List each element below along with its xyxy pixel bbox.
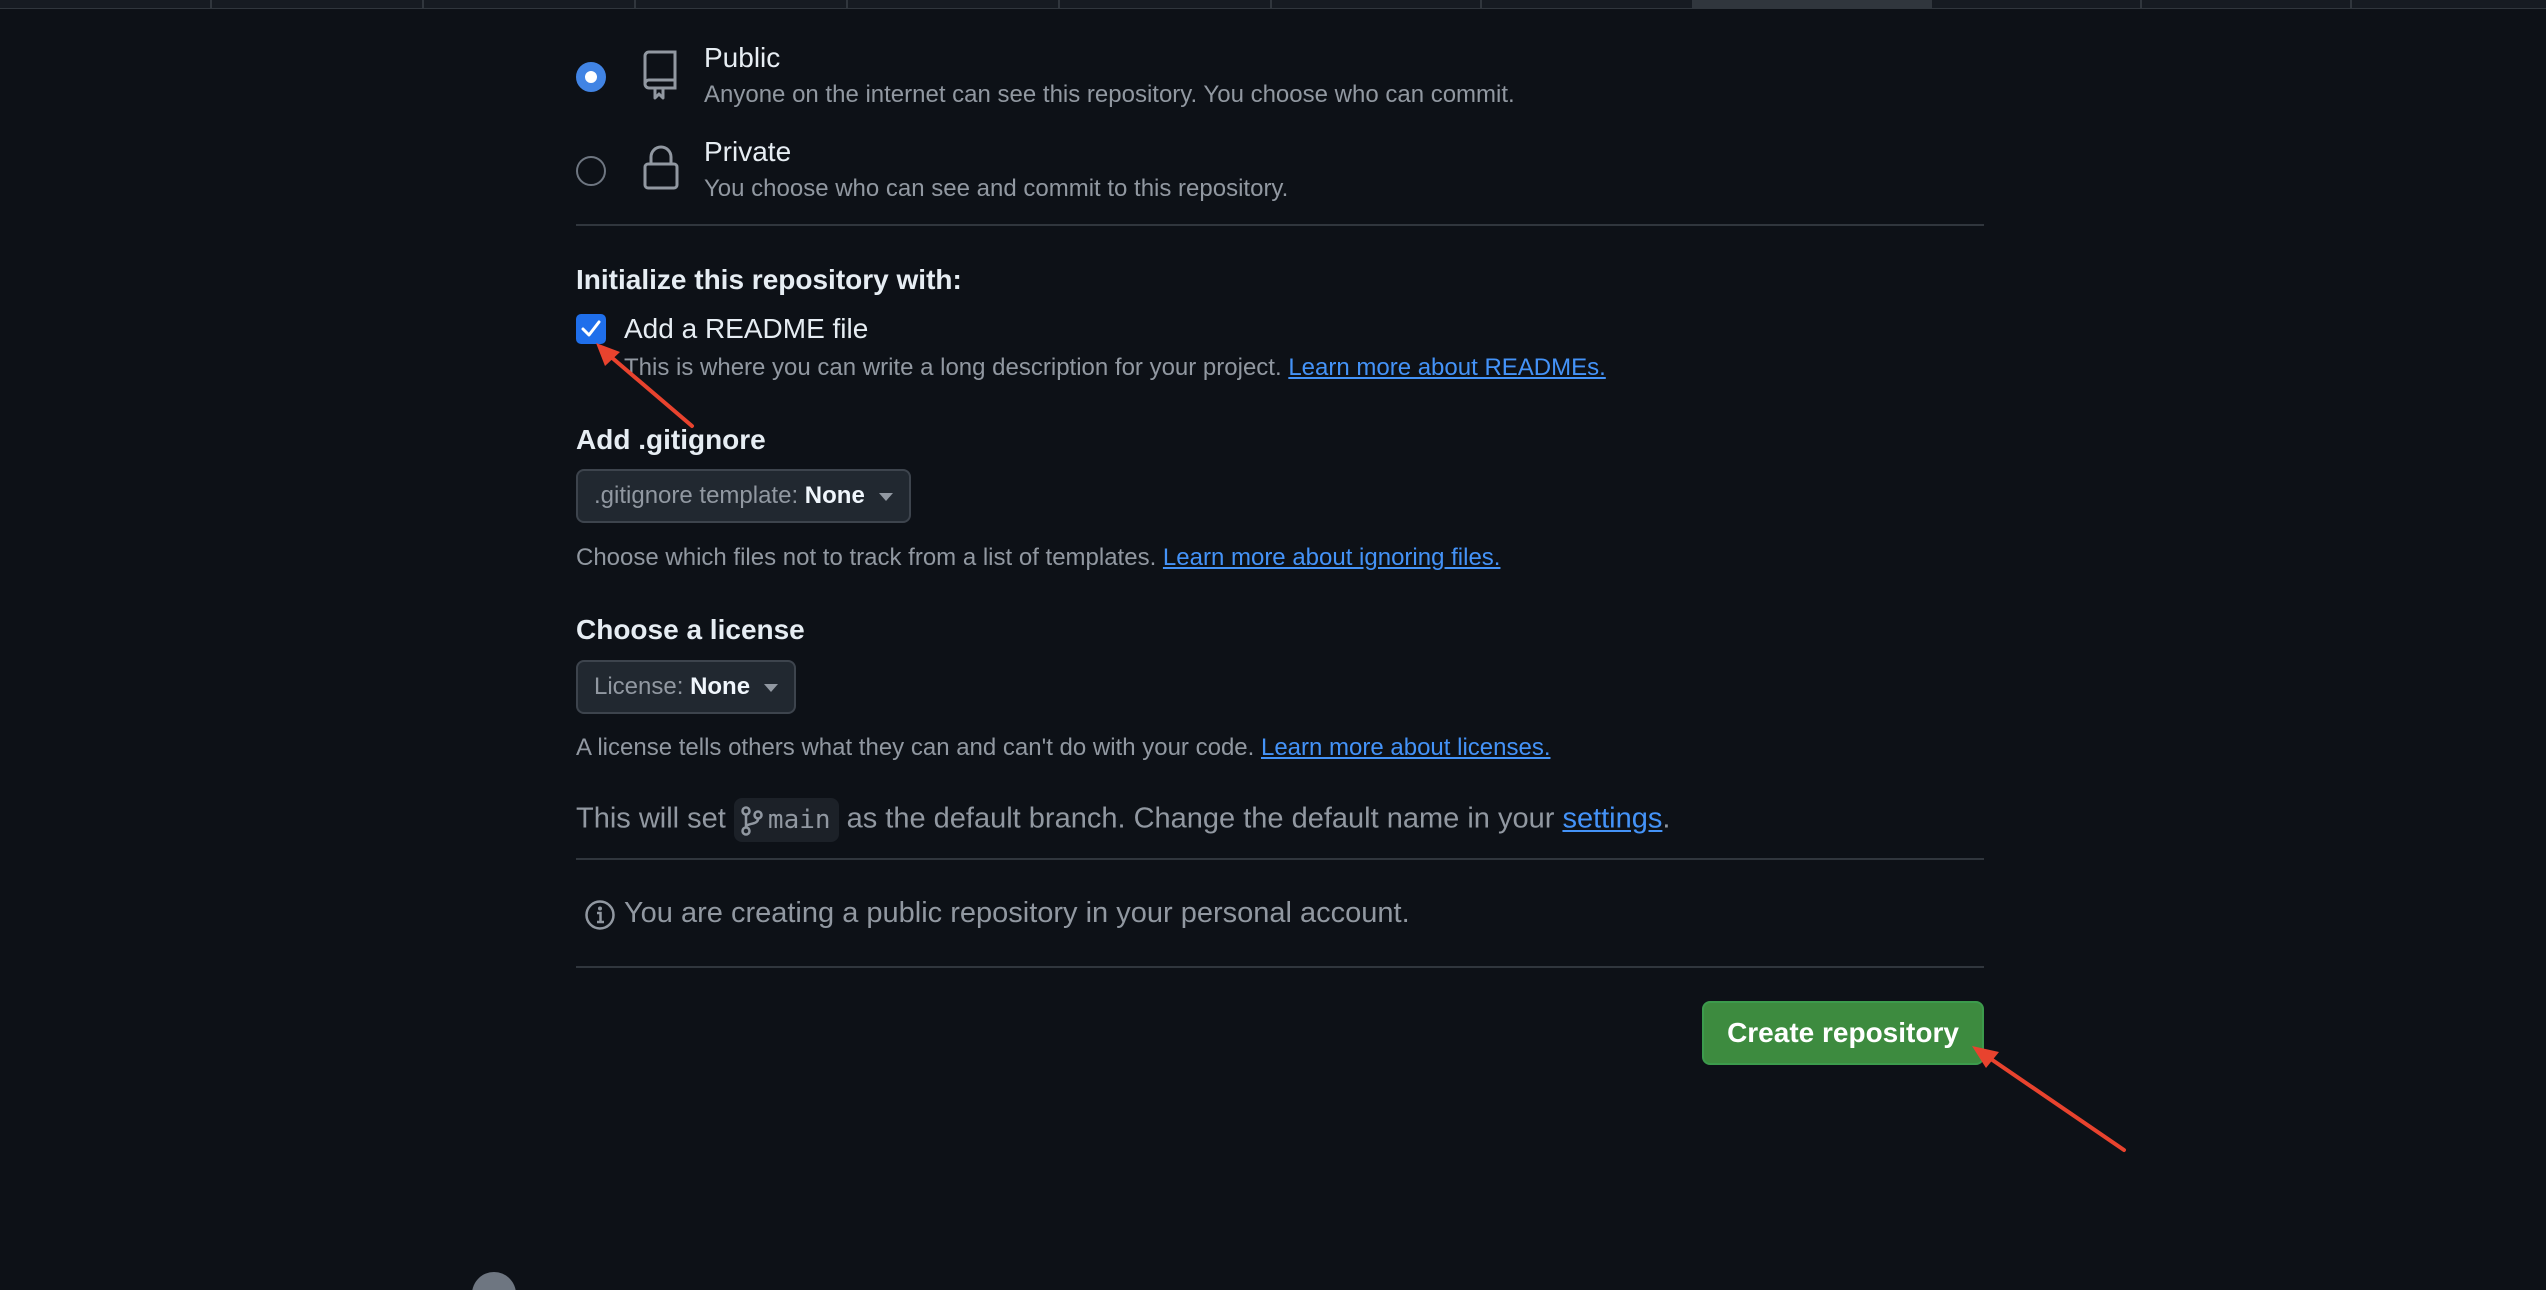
gitignore-help-text: Choose which files not to track from a l…: [576, 544, 1157, 571]
initialize-heading: Initialize this repository with:: [576, 264, 962, 295]
page: Public Anyone on the internet can see th…: [0, 0, 2546, 1290]
notice-text: You are creating a public repository in …: [624, 897, 1410, 929]
branch-suffix: as the default branch. Change the defaul…: [846, 802, 1555, 835]
public-title: Public: [704, 42, 781, 73]
private-description: You choose who can see and commit to thi…: [704, 175, 1289, 202]
lock-icon: [642, 144, 680, 195]
top-tab-strip: [0, 0, 2546, 9]
git-branch-icon: [741, 805, 763, 836]
settings-link[interactable]: settings: [1562, 803, 1662, 835]
divider: [576, 858, 1984, 860]
create-button-annotation-arrow: [1972, 1046, 2126, 1152]
gitignore-heading: Add .gitignore: [576, 424, 766, 455]
gitignore-help: Choose which files not to track from a l…: [576, 544, 1500, 572]
license-help-text: A license tells others what they can and…: [576, 734, 1255, 761]
visibility-option-public[interactable]: Public Anyone on the internet can see th…: [576, 40, 1984, 120]
branch-end: .: [1662, 802, 1671, 835]
checkmark-icon: [581, 320, 601, 337]
license-learn-more-link[interactable]: Learn more about licenses.: [1261, 734, 1551, 761]
branch-name-code: main: [733, 798, 839, 842]
private-title: Private: [704, 136, 792, 167]
gitignore-template-select[interactable]: .gitignore template: None: [576, 469, 911, 523]
readme-help: This is where you can write a long descr…: [624, 354, 1606, 382]
gitignore-select-prefix: .gitignore template:: [594, 482, 799, 509]
divider: [576, 224, 1984, 226]
github-logo-icon: [472, 1272, 516, 1290]
create-repository-button[interactable]: Create repository: [1702, 1001, 1984, 1065]
default-branch-note: This will set main as the default branch…: [576, 798, 1670, 842]
license-help: A license tells others what they can and…: [576, 734, 1550, 762]
caret-down-icon: [878, 492, 893, 501]
branch-name: main: [767, 805, 831, 835]
gitignore-learn-more-link[interactable]: Learn more about ignoring files.: [1163, 544, 1501, 571]
private-radio[interactable]: [576, 156, 606, 186]
readme-learn-more-link[interactable]: Learn more about READMEs.: [1288, 354, 1605, 381]
gitignore-select-value: None: [804, 482, 865, 509]
branch-prefix: This will set: [576, 802, 726, 835]
license-heading: Choose a license: [576, 614, 805, 645]
license-select[interactable]: License: None: [576, 660, 797, 714]
license-select-value: None: [690, 673, 751, 700]
visibility-option-private[interactable]: Private You choose who can see and commi…: [576, 134, 1984, 214]
repo-icon: [642, 48, 680, 105]
readme-checkbox[interactable]: [576, 314, 606, 344]
info-icon: [585, 900, 615, 930]
readme-help-text: This is where you can write a long descr…: [624, 354, 1282, 381]
divider: [576, 966, 1984, 968]
public-description: Anyone on the internet can see this repo…: [704, 81, 1515, 108]
readme-label[interactable]: Add a README file: [624, 313, 868, 345]
license-select-prefix: License:: [594, 673, 684, 700]
public-radio[interactable]: [576, 62, 606, 92]
caret-down-icon: [764, 683, 779, 692]
